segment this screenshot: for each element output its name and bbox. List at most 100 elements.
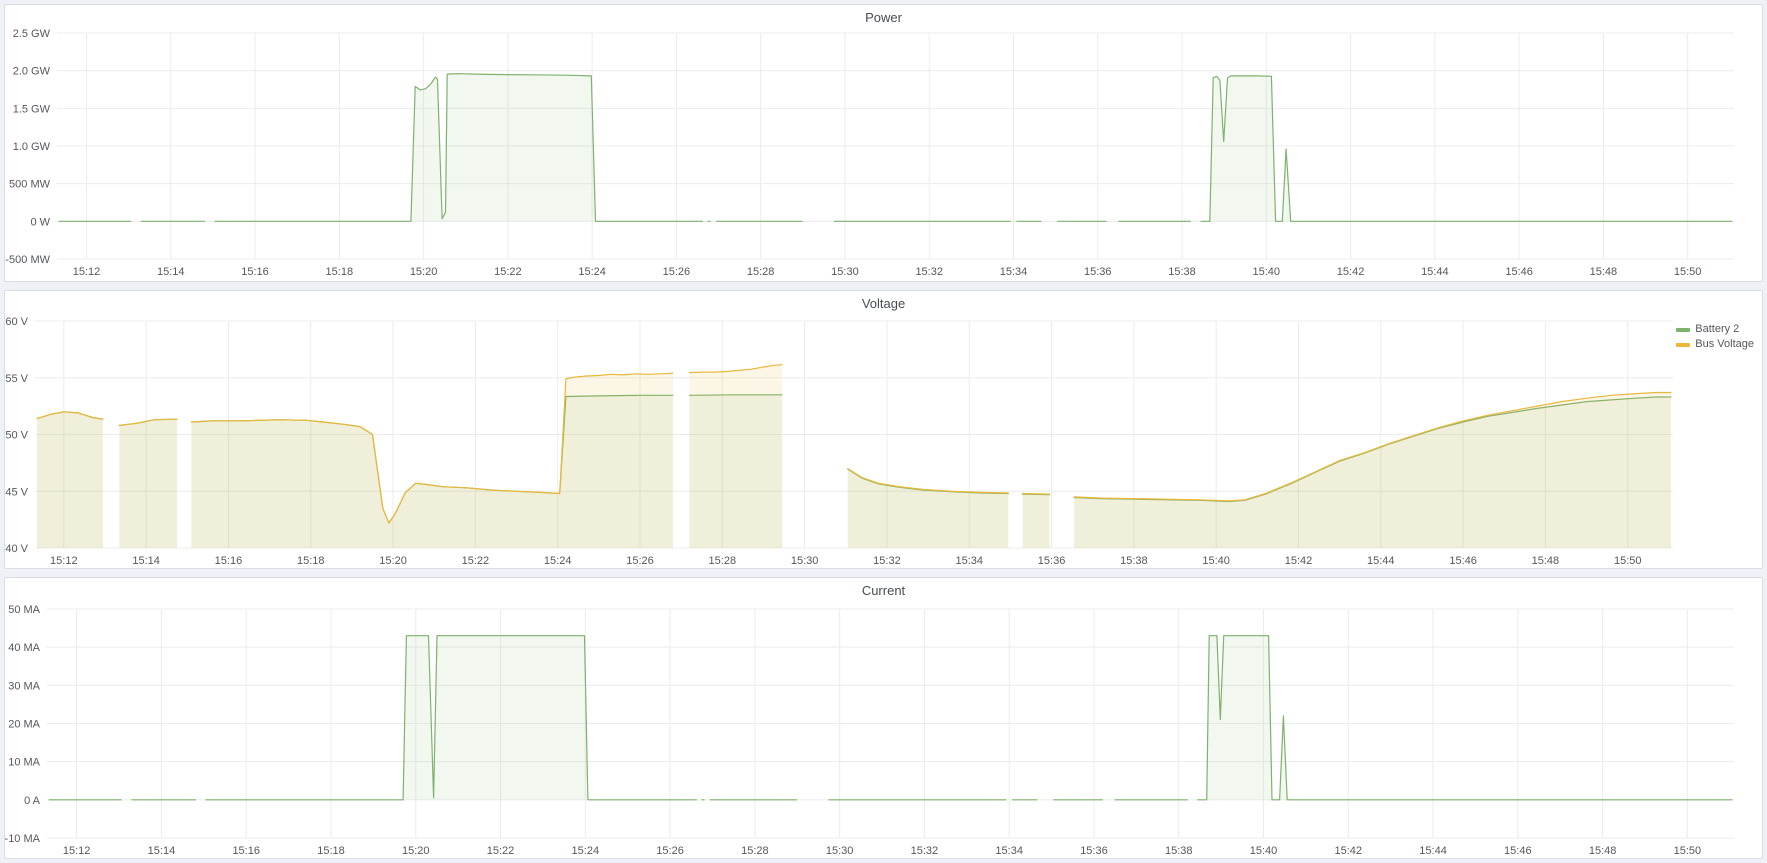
legend-item-battery-2[interactable]: Battery 2 [1676, 323, 1754, 336]
x-tick-label: 15:20 [410, 266, 438, 278]
x-tick-label: 15:18 [317, 845, 345, 857]
x-tick-label: 15:16 [241, 266, 269, 278]
series-area [689, 365, 782, 548]
x-tick-label: 15:50 [1614, 555, 1642, 567]
x-tick-label: 15:28 [741, 845, 769, 857]
x-tick-label: 15:28 [747, 266, 775, 278]
legend-series-marker [1676, 343, 1690, 347]
x-tick-label: 15:48 [1590, 266, 1618, 278]
x-tick-label: 15:14 [148, 845, 176, 857]
y-tick-label: 60 V [5, 316, 28, 328]
x-tick-label: 15:24 [578, 266, 606, 278]
series-area [1198, 636, 1732, 800]
y-tick-label: 0 A [24, 795, 41, 807]
series-area [119, 419, 177, 548]
x-tick-label: 15:32 [911, 845, 939, 857]
x-tick-label: 15:20 [402, 845, 430, 857]
x-tick-label: 15:38 [1168, 266, 1196, 278]
x-tick-label: 15:34 [995, 845, 1023, 857]
x-tick-label: 15:20 [379, 555, 407, 567]
series-area [1023, 494, 1050, 549]
y-tick-label: 40 V [5, 543, 28, 555]
x-tick-label: 15:24 [572, 845, 600, 857]
current-chart-canvas[interactable]: 50 MA 40 MA 30 MA 20 MA 10 MA 0 A -10 MA 15:12 1… [5, 578, 1762, 858]
y-tick-label: -10 MA [5, 833, 41, 845]
x-tick-label: 15:48 [1589, 845, 1617, 857]
x-tick-label: 15:42 [1285, 555, 1313, 567]
x-tick-label: 15:12 [63, 845, 91, 857]
x-tick-label: 15:22 [487, 845, 515, 857]
x-tick-label: 15:44 [1421, 266, 1449, 278]
x-tick-label: 15:38 [1165, 845, 1193, 857]
y-tick-label: 500 MW [9, 179, 51, 191]
x-tick-label: 15:46 [1505, 266, 1533, 278]
x-tick-label: 15:44 [1419, 845, 1447, 857]
x-tick-label: 15:34 [955, 555, 983, 567]
x-tick-label: 15:26 [663, 266, 691, 278]
x-tick-label: 15:42 [1335, 845, 1363, 857]
x-tick-label: 15:46 [1449, 555, 1477, 567]
x-tick-label: 15:18 [326, 266, 354, 278]
y-tick-label: -500 MW [5, 254, 50, 266]
y-tick-label: 55 V [5, 373, 28, 385]
x-tick-label: 15:50 [1674, 845, 1702, 857]
y-tick-label: 10 MA [8, 757, 40, 769]
x-tick-label: 15:48 [1532, 555, 1560, 567]
y-tick-label: 20 MA [8, 719, 40, 731]
x-tick-label: 15:36 [1080, 845, 1108, 857]
x-tick-label: 15:16 [215, 555, 243, 567]
x-tick-label: 15:22 [494, 266, 522, 278]
legend-item-bus-voltage[interactable]: Bus Voltage [1676, 338, 1754, 351]
series-area [1074, 393, 1671, 549]
x-tick-label: 15:34 [1000, 266, 1028, 278]
series-area [206, 636, 696, 800]
series-area [191, 373, 673, 548]
y-tick-label: 50 MA [8, 604, 40, 616]
x-tick-label: 15:24 [544, 555, 572, 567]
y-tick-label: 45 V [5, 486, 28, 498]
x-tick-label: 15:26 [656, 845, 684, 857]
x-tick-label: 15:40 [1250, 845, 1278, 857]
voltage-panel: Voltage 60 V55 V50 V45 V40 V15:1215:1415… [4, 290, 1763, 569]
x-tick-label: 15:46 [1504, 845, 1532, 857]
series-line [1201, 76, 1732, 221]
y-tick-label: 2.5 GW [13, 28, 51, 40]
x-tick-label: 15:50 [1674, 266, 1702, 278]
y-tick-label: 50 V [5, 430, 28, 442]
x-tick-label: 15:18 [297, 555, 325, 567]
legend-series-marker [1676, 328, 1690, 332]
y-tick-label: 40 MA [8, 642, 40, 654]
x-tick-label: 15:26 [626, 555, 654, 567]
series-area [37, 412, 103, 548]
x-tick-label: 15:14 [132, 555, 160, 567]
y-tick-label: 1.0 GW [13, 141, 51, 153]
current-panel: Current 50 MA40 MA30 MA20 MA10 MA0 A-10 … [4, 577, 1763, 859]
x-tick-label: 15:12 [50, 555, 78, 567]
x-tick-label: 15:38 [1120, 555, 1148, 567]
x-tick-label: 15:44 [1367, 555, 1395, 567]
series-line [1198, 636, 1732, 800]
y-tick-label: 1.5 GW [13, 103, 51, 115]
y-tick-label: 30 MA [8, 680, 40, 692]
y-tick-label: 2.0 GW [13, 66, 51, 78]
series-area [215, 74, 703, 222]
x-tick-label: 15:22 [462, 555, 490, 567]
x-tick-label: 15:32 [873, 555, 901, 567]
power-chart-canvas[interactable]: 2.5 GW2.0 GW1.5 GW1.0 GW500 MW0 W-500 MW… [5, 5, 1762, 281]
x-tick-label: 15:16 [232, 845, 260, 857]
voltage-legend: Battery 2 Bus Voltage [1676, 323, 1754, 351]
power-panel: Power 2.5 GW2.0 GW1.5 GW1.0 GW500 MW0 W-… [4, 4, 1763, 282]
x-tick-label: 15:40 [1253, 266, 1281, 278]
x-tick-label: 15:36 [1084, 266, 1112, 278]
x-tick-label: 15:14 [157, 266, 185, 278]
x-tick-label: 15:40 [1202, 555, 1230, 567]
x-tick-label: 15:30 [826, 845, 854, 857]
series-line [1023, 494, 1050, 495]
x-tick-label: 15:30 [791, 555, 819, 567]
x-tick-label: 15:42 [1337, 266, 1365, 278]
x-tick-label: 15:12 [73, 266, 101, 278]
x-tick-label: 15:32 [915, 266, 943, 278]
x-tick-label: 15:36 [1038, 555, 1066, 567]
legend-item-label: Battery 2 [1695, 323, 1739, 336]
voltage-chart-canvas[interactable]: 60 V 55 V 50 V 45 V 40 V 15:12 15:14 15:16 15:18… [5, 291, 1762, 568]
